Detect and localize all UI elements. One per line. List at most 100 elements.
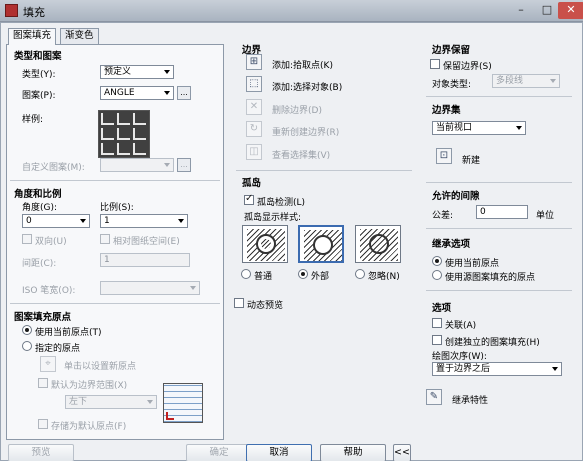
cancel-button[interactable]: 取消 <box>246 444 312 461</box>
click-set-origin-label: 单击以设置新原点 <box>64 362 137 372</box>
associative-label: 关联(A) <box>445 321 477 331</box>
retain-boundaries-checkbox[interactable] <box>430 59 440 69</box>
type-label: 类型(Y): <box>22 70 56 80</box>
chevron-down-icon <box>147 400 153 404</box>
chevron-down-icon <box>550 79 556 83</box>
type-select[interactable]: 预定义 <box>100 65 174 79</box>
gap-group-title: 允许的间隙 <box>432 191 480 202</box>
type-pattern-group-title: 类型和图案 <box>14 51 62 62</box>
pattern-select-value: ANGLE <box>104 88 135 98</box>
gap-tolerance-input[interactable]: 0 <box>476 205 528 219</box>
double-checkbox[interactable] <box>22 234 32 244</box>
window-title: 填充 <box>23 6 45 19</box>
relative-paper-checkbox[interactable] <box>100 234 110 244</box>
island-outer-preview[interactable] <box>298 225 344 263</box>
chevron-down-icon <box>178 219 184 223</box>
set-origin-icon[interactable]: ⌖ <box>40 356 56 372</box>
recreate-boundary-button[interactable]: 重新创建边界(R) <box>272 125 339 138</box>
store-default-label: 存储为默认原点(F) <box>51 422 127 432</box>
pick-points-icon[interactable]: ⊞ <box>246 54 262 70</box>
angle-label: 角度(G): <box>22 203 58 213</box>
add-select-objects-button[interactable]: 添加:选择对象(B) <box>272 80 342 93</box>
island-ignore-preview[interactable] <box>355 225 401 263</box>
inherit-use-source-radio[interactable] <box>432 270 442 280</box>
extent-position-select[interactable]: 左下 <box>65 395 157 409</box>
pattern-select[interactable]: ANGLE <box>100 86 174 100</box>
inherit-use-current-label: 使用当前原点 <box>445 259 500 269</box>
retain-boundaries-label: 保留边界(S) <box>443 62 492 72</box>
island-style-label: 孤岛显示样式: <box>244 213 302 223</box>
inherit-use-current-radio[interactable] <box>432 256 442 266</box>
use-current-origin-radio[interactable] <box>22 325 32 335</box>
island-ring <box>313 235 333 255</box>
preview-button[interactable]: 预览 <box>8 444 74 461</box>
new-boundary-set-icon[interactable]: ⊡ <box>436 148 452 164</box>
new-boundary-set-button[interactable]: 新建 <box>462 153 480 166</box>
spacing-input[interactable]: 1 <box>100 253 190 267</box>
inherit-properties-icon[interactable]: ✎ <box>426 389 442 405</box>
collapse-button[interactable]: << <box>393 444 411 461</box>
custom-pattern-select[interactable] <box>100 158 174 172</box>
specified-origin-radio[interactable] <box>22 341 32 351</box>
store-default-checkbox[interactable] <box>38 419 48 429</box>
remove-boundaries-button[interactable]: 删除边界(D) <box>272 103 322 116</box>
help-button[interactable]: 帮助 <box>320 444 386 461</box>
view-selections-icon[interactable]: ◫ <box>246 144 262 160</box>
close-button[interactable]: ✕ <box>558 2 583 19</box>
chevron-down-icon <box>164 70 170 74</box>
angle-select[interactable]: 0 <box>22 214 90 228</box>
boundary-set-select[interactable]: 当前视口 <box>432 121 526 135</box>
pattern-sample-swatch[interactable] <box>98 110 150 158</box>
associative-checkbox[interactable] <box>432 318 442 328</box>
divider <box>426 96 572 97</box>
inherit-properties-button[interactable]: 继承特性 <box>452 393 488 406</box>
island-normal-preview[interactable] <box>242 225 288 263</box>
sample-cell <box>101 128 114 140</box>
sample-cell <box>133 143 146 155</box>
inherit-options-group-title: 继承选项 <box>432 239 471 250</box>
dynamic-preview-label: 动态预览 <box>247 301 284 311</box>
angle-scale-group-title: 角度和比例 <box>14 189 62 200</box>
pattern-browse-button[interactable]: ... <box>177 86 191 100</box>
tab-hatch[interactable]: 图案填充 <box>8 28 57 45</box>
island-normal-radio[interactable] <box>241 269 251 279</box>
default-extent-checkbox[interactable] <box>38 378 48 388</box>
chevron-down-icon <box>190 286 196 290</box>
island-detection-checkbox[interactable] <box>244 193 254 205</box>
add-pick-points-button[interactable]: 添加:拾取点(K) <box>272 58 333 71</box>
recreate-boundary-icon[interactable]: ↻ <box>246 121 262 137</box>
island-outer-radio[interactable] <box>298 269 308 279</box>
island-ignore-radio[interactable] <box>355 269 365 279</box>
scale-value: 1 <box>104 216 110 226</box>
maximize-button[interactable]: □ <box>534 2 560 19</box>
specified-origin-label: 指定的原点 <box>35 344 81 354</box>
custom-browse-button[interactable]: ... <box>177 158 191 172</box>
select-objects-icon[interactable]: ⬚ <box>246 76 262 92</box>
island-detection-label: 孤岛检测(L) <box>257 198 306 208</box>
draw-order-value: 置于边界之后 <box>436 364 491 374</box>
dynamic-preview-checkbox[interactable] <box>234 298 244 308</box>
scale-select[interactable]: 1 <box>100 214 188 228</box>
angle-value: 0 <box>26 216 32 226</box>
ok-button[interactable]: 确定 <box>186 444 252 461</box>
options-group-title: 选项 <box>432 303 452 314</box>
view-selections-button[interactable]: 查看选择集(V) <box>272 148 330 161</box>
iso-pen-width-label: ISO 笔宽(O): <box>22 286 76 296</box>
minimize-button[interactable]: – <box>508 2 534 19</box>
separate-hatches-checkbox[interactable] <box>432 335 442 345</box>
iso-pen-width-select[interactable] <box>100 281 200 295</box>
default-extent-label: 默认为边界范围(X) <box>51 381 128 391</box>
title-bar: 填充 – □ ✕ <box>0 0 583 22</box>
object-type-label: 对象类型: <box>432 80 472 90</box>
chevron-down-icon <box>164 91 170 95</box>
separate-hatches-label: 创建独立的图案填充(H) <box>445 338 540 348</box>
divider <box>426 228 572 229</box>
tab-gradient[interactable]: 渐变色 <box>60 28 99 44</box>
sample-cell <box>101 143 114 155</box>
remove-boundaries-icon[interactable]: ✕ <box>246 99 262 115</box>
object-type-value: 多段线 <box>496 76 524 86</box>
draw-order-select[interactable]: 置于边界之后 <box>432 362 562 376</box>
object-type-select[interactable]: 多段线 <box>492 74 560 88</box>
hatch-app-icon <box>5 4 18 17</box>
island-outer-label: 外部 <box>311 272 330 282</box>
